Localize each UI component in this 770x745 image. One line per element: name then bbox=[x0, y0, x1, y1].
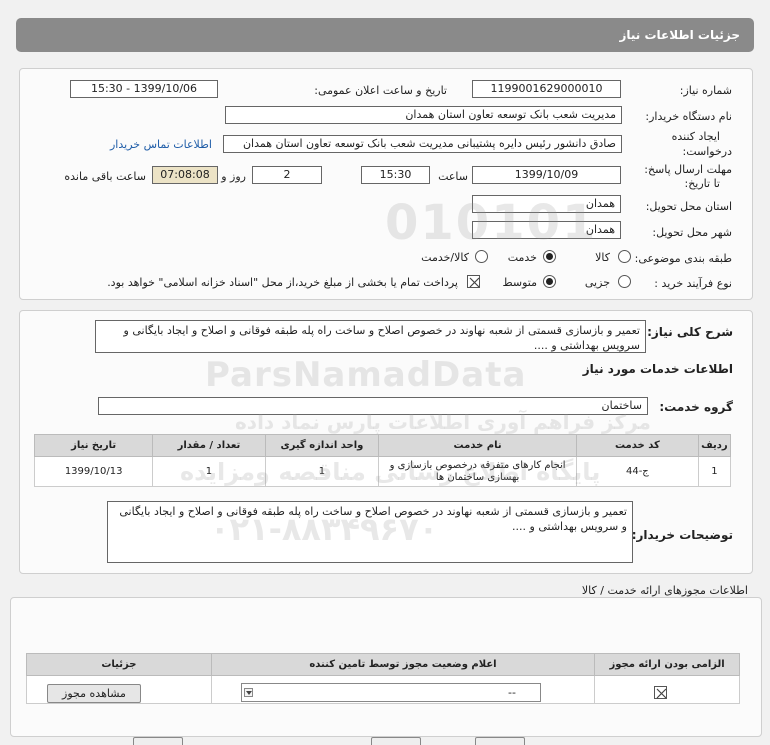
bottom-button-left[interactable] bbox=[133, 737, 183, 745]
cell-row-number: 1 bbox=[697, 456, 732, 487]
province-field: همدان bbox=[472, 195, 621, 213]
deadline-date-field: 1399/10/09 bbox=[472, 166, 621, 184]
process-label: نوع فرآیند خرید : bbox=[654, 277, 732, 290]
category-radio-goods[interactable] bbox=[618, 250, 631, 263]
days-remaining-field: 2 bbox=[252, 166, 322, 184]
permit-status-select[interactable]: -- bbox=[241, 683, 541, 702]
process-option-medium: متوسط bbox=[502, 276, 537, 289]
creator-label-line2: درخواست: bbox=[682, 145, 732, 158]
buyer-notes-label: توضیحات خریدار: bbox=[631, 528, 733, 542]
cell-service-code: ج-44 bbox=[576, 456, 699, 487]
buyer-notes-text: تعمیر و بازسازی قسمتی از شعبه نهاوند در … bbox=[107, 501, 633, 563]
cell-quantity: 1 bbox=[152, 456, 266, 487]
deadline-time-label: ساعت bbox=[438, 170, 468, 183]
days-label: روز و bbox=[221, 170, 246, 183]
bottom-button-right[interactable] bbox=[475, 737, 525, 745]
creator-field: صادق دانشور رئیس دایره پشتیبانی مدیریت ش… bbox=[223, 135, 622, 153]
cell-need-date: 1399/10/13 bbox=[33, 456, 154, 487]
chevron-down-icon bbox=[244, 688, 253, 697]
category-option-goods-service: کالا/خدمت bbox=[421, 251, 469, 264]
col-row-number: ردیف bbox=[697, 434, 732, 457]
bottom-button-middle[interactable] bbox=[371, 737, 421, 745]
category-label: طبقه بندی موضوعی: bbox=[634, 252, 732, 265]
permits-section-title: اطلاعات مجوزهای ارائه خدمت / کالا bbox=[581, 584, 748, 597]
service-group-field: ساختمان bbox=[98, 397, 648, 415]
buyer-org-field: مدیریت شعب بانک توسعه تعاون استان همدان bbox=[225, 106, 622, 124]
creator-label-line1: ایجاد کننده bbox=[671, 130, 720, 143]
deadline-label-line2: تا تاریخ: bbox=[684, 177, 720, 190]
treasury-payment-note: پرداخت تمام یا بخشی از مبلغ خرید،از محل … bbox=[107, 276, 458, 289]
province-label: استان محل تحویل: bbox=[645, 200, 732, 213]
col-permit-required: الزامی بودن ارائه مجوز bbox=[594, 653, 740, 676]
services-table-header: ردیف کد خدمت نام خدمت واحد اندازه گیری ت… bbox=[33, 434, 732, 457]
col-quantity: تعداد / مقدار bbox=[152, 434, 266, 457]
cell-unit: 1 bbox=[264, 456, 380, 487]
permit-required-checkbox bbox=[654, 686, 667, 699]
need-number-field: 1199001629000010 bbox=[472, 80, 621, 98]
category-option-goods: کالا bbox=[595, 251, 610, 264]
services-section-title: اطلاعات خدمات مورد نیاز bbox=[582, 362, 733, 376]
city-label: شهر محل تحویل: bbox=[652, 226, 732, 239]
need-number-label: شماره نیاز: bbox=[679, 84, 732, 97]
announce-date-field: 1399/10/06 - 15:30 bbox=[70, 80, 218, 98]
col-permit-status: اعلام وضعیت مجوز توسط تامین کننده bbox=[210, 653, 596, 676]
col-unit: واحد اندازه گیری bbox=[264, 434, 380, 457]
table-row: 1 ج-44 انجام کارهای متفرقه درخصوص بازساز… bbox=[33, 456, 732, 487]
process-radio-medium[interactable] bbox=[543, 275, 556, 288]
col-permit-details: جزئیات bbox=[26, 653, 212, 676]
category-radio-goods-service[interactable] bbox=[475, 250, 488, 263]
city-field: همدان bbox=[472, 221, 621, 239]
deadline-label-line1: مهلت ارسال پاسخ: bbox=[644, 163, 732, 176]
cell-service-name: انجام کارهای متفرقه درخصوص بازسازی و بهس… bbox=[378, 456, 578, 487]
remaining-time-label: ساعت باقی مانده bbox=[64, 170, 146, 183]
col-service-code: کد خدمت bbox=[576, 434, 699, 457]
permit-status-value: -- bbox=[508, 686, 516, 699]
buyer-contact-link[interactable]: اطلاعات تماس خریدار bbox=[110, 138, 212, 151]
category-radio-service[interactable] bbox=[543, 250, 556, 263]
col-need-date: تاریخ نیاز bbox=[33, 434, 154, 457]
permits-table-header: الزامی بودن ارائه مجوز اعلام وضعیت مجوز … bbox=[26, 653, 740, 676]
category-option-service: خدمت bbox=[507, 251, 537, 264]
treasury-payment-checkbox[interactable] bbox=[467, 275, 480, 288]
service-group-label: گروه خدمت: bbox=[659, 400, 733, 414]
page-header: جزئیات اطلاعات نیاز bbox=[16, 18, 754, 52]
description-text: تعمیر و بازسازی قسمتی از شعبه نهاوند در … bbox=[95, 320, 646, 353]
process-option-minor: جزیی bbox=[584, 276, 610, 289]
need-info-panel bbox=[19, 68, 753, 300]
checkbox-cross-icon bbox=[656, 688, 667, 699]
checkbox-cross-icon bbox=[469, 277, 480, 288]
services-table: ردیف کد خدمت نام خدمت واحد اندازه گیری ت… bbox=[33, 434, 732, 487]
announce-date-label: تاریخ و ساعت اعلان عمومی: bbox=[314, 84, 447, 97]
buyer-org-label: نام دستگاه خریدار: bbox=[645, 110, 732, 123]
description-label: شرح کلی نیاز: bbox=[647, 325, 733, 339]
view-permit-button[interactable]: مشاهده مجوز bbox=[47, 684, 141, 703]
process-radio-minor[interactable] bbox=[618, 275, 631, 288]
remaining-time-field: 07:08:08 bbox=[152, 166, 218, 184]
deadline-time-field: 15:30 bbox=[361, 166, 430, 184]
col-service-name: نام خدمت bbox=[378, 434, 578, 457]
